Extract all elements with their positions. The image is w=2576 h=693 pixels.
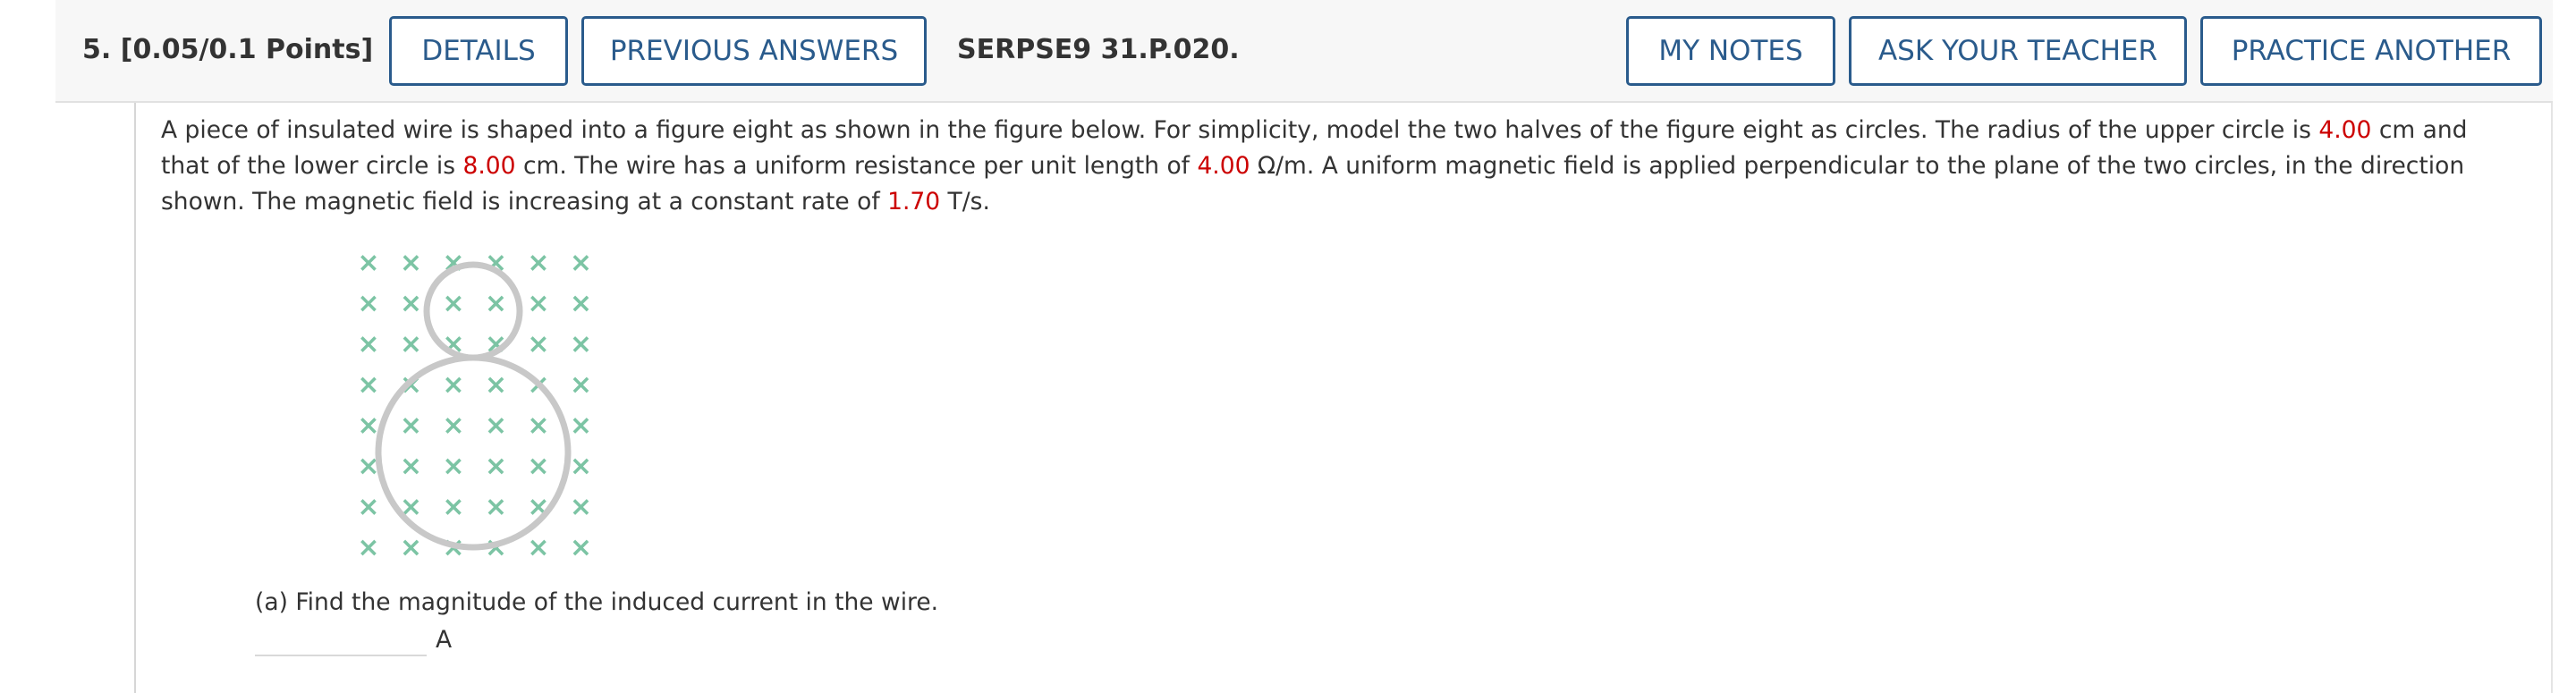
field-x-mark: × — [357, 329, 379, 360]
lower-radius-value: 8.00 — [462, 152, 516, 180]
field-x-mark: × — [357, 410, 379, 442]
field-x-mark: × — [527, 410, 549, 442]
field-x-mark: × — [527, 451, 549, 482]
my-notes-button[interactable]: MY NOTES — [1626, 16, 1835, 86]
problem-text: cm. The wire has a uniform resistance pe… — [515, 152, 1198, 180]
ask-your-teacher-button[interactable]: ASK YOUR TEACHER — [1849, 16, 2187, 86]
field-x-mark: × — [400, 410, 422, 442]
field-x-mark: × — [570, 410, 592, 442]
field-x-mark: × — [485, 369, 507, 401]
field-x-mark: × — [485, 492, 507, 523]
field-x-mark: × — [442, 492, 464, 523]
part-a-question: (a) Find the magnitude of the induced cu… — [255, 588, 939, 616]
answer-unit: A — [436, 626, 453, 654]
previous-answers-button[interactable]: PREVIOUS ANSWERS — [581, 16, 927, 86]
field-x-mark: × — [400, 532, 422, 563]
field-x-mark: × — [570, 288, 592, 319]
field-x-mark: × — [570, 369, 592, 401]
field-x-mark: × — [357, 248, 379, 279]
field-x-mark: × — [400, 288, 422, 319]
field-x-mark: × — [400, 248, 422, 279]
problem-statement: A piece of insulated wire is shaped into… — [161, 113, 2522, 220]
question-header: 5. [0.05/0.1 Points] DETAILS PREVIOUS AN… — [55, 0, 2553, 103]
resistance-value: 4.00 — [1197, 152, 1250, 180]
field-x-mark: × — [570, 248, 592, 279]
field-x-mark: × — [527, 248, 549, 279]
field-x-mark: × — [485, 451, 507, 482]
magnetic-field-figure: × × × × × ×× × × × × ×× × × × × ×× × × × × ×× × × × × ×× × × × × ×× × × ×… — [357, 248, 592, 564]
field-x-mark: × — [570, 492, 592, 523]
field-x-mark: × — [527, 532, 549, 563]
question-number: 5. — [82, 34, 112, 65]
field-x-mark: × — [357, 532, 379, 563]
field-x-mark: × — [442, 288, 464, 319]
problem-text: A piece of insulated wire is shaped into… — [161, 116, 2319, 144]
field-x-mark: × — [485, 410, 507, 442]
field-x-mark: × — [570, 451, 592, 482]
field-x-mark: × — [570, 532, 592, 563]
field-x-mark: × — [357, 492, 379, 523]
problem-code: SERPSE9 31.P.020. — [957, 34, 1240, 65]
practice-another-button[interactable]: PRACTICE ANOTHER — [2200, 16, 2542, 86]
field-x-mark: × — [442, 410, 464, 442]
field-x-mark: × — [527, 288, 549, 319]
details-button[interactable]: DETAILS — [389, 16, 568, 86]
field-x-mark: × — [527, 329, 549, 360]
field-x-mark: × — [357, 369, 379, 401]
field-x-mark: × — [442, 369, 464, 401]
points-label: [0.05/0.1 Points] — [120, 34, 374, 65]
problem-text: T/s. — [940, 188, 990, 216]
field-x-mark: × — [570, 329, 592, 360]
field-x-mark: × — [357, 288, 379, 319]
figure-eight-diagram: × × × × × × × × × × × × × × × × × × × × × × × × × × × × × × × × × × × × × × × ×… — [351, 245, 601, 570]
induced-current-answer-input[interactable] — [255, 621, 427, 656]
question-points: 5. [0.05/0.1 Points] — [82, 34, 373, 65]
field-x-mark: × — [400, 329, 422, 360]
field-x-mark: × — [442, 451, 464, 482]
upper-radius-value: 4.00 — [2318, 116, 2372, 144]
field-x-mark: × — [485, 288, 507, 319]
rate-value: 1.70 — [887, 188, 941, 216]
field-x-mark: × — [400, 451, 422, 482]
